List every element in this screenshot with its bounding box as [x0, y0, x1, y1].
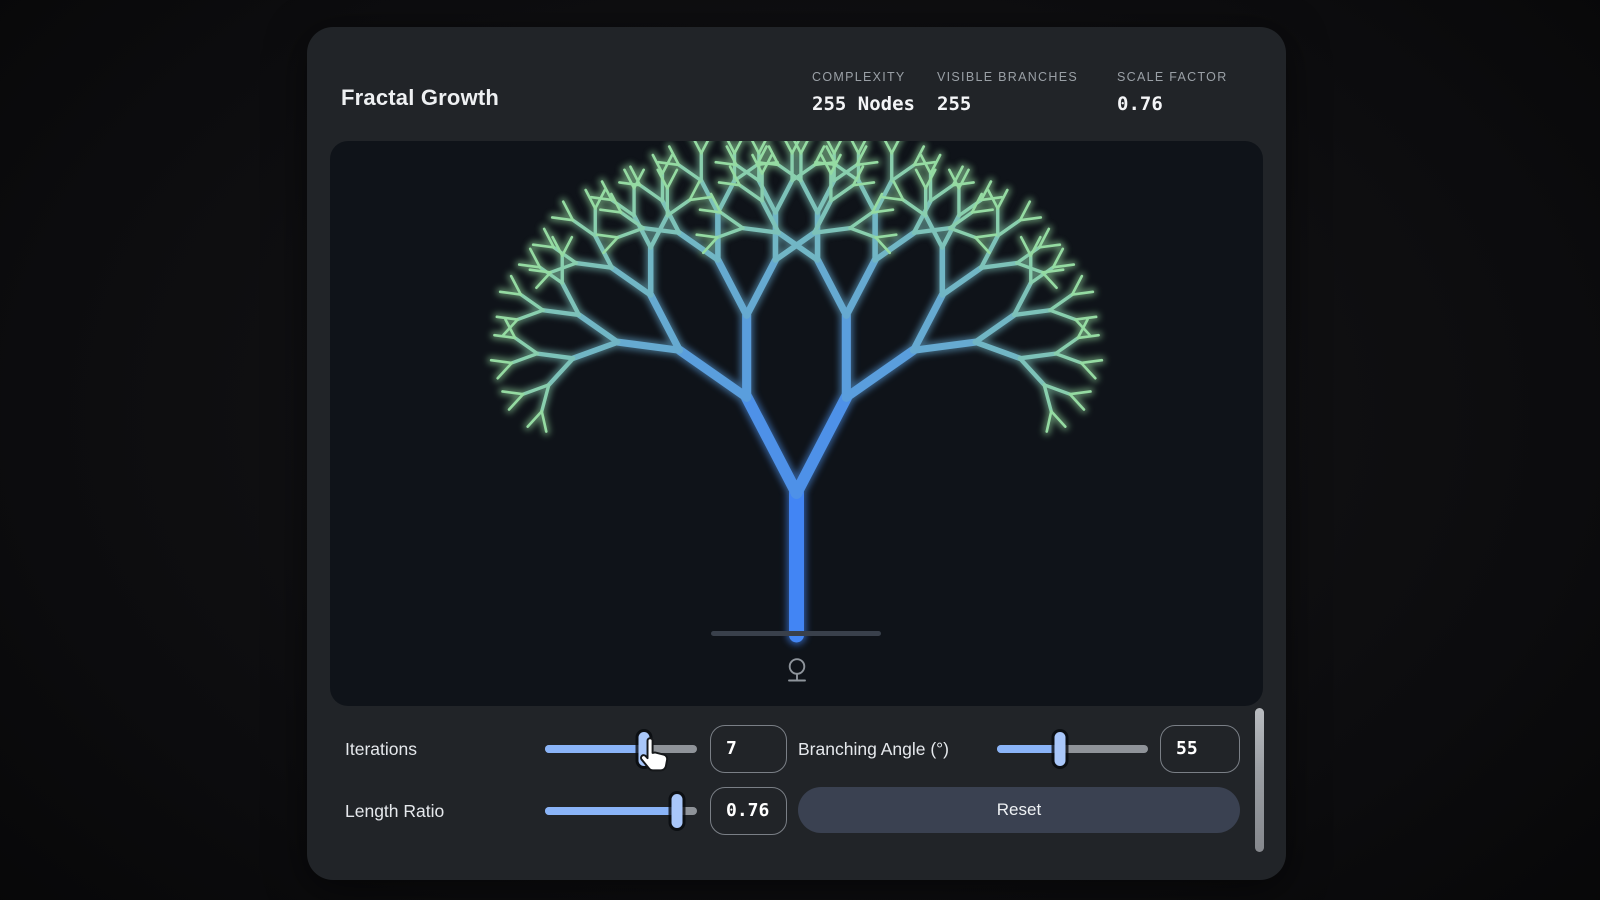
branching-angle-slider-thumb[interactable] [1054, 732, 1065, 766]
stat-visible-branches: VISIBLE BRANCHES 255 [937, 70, 1078, 115]
iterations-slider-fill [545, 745, 644, 753]
branching-angle-slider[interactable] [997, 725, 1148, 773]
iterations-slider-thumb[interactable] [638, 732, 649, 766]
stat-scale-factor-label: SCALE FACTOR [1117, 70, 1228, 84]
fractal-growth-panel: Fractal Growth COMPLEXITY 255 Nodes VISI… [307, 27, 1286, 880]
stat-visible-branches-value: 255 [937, 93, 1078, 115]
iterations-slider[interactable] [545, 725, 697, 773]
stat-scale-factor: SCALE FACTOR 0.76 [1117, 70, 1228, 115]
stat-visible-branches-label: VISIBLE BRANCHES [937, 70, 1078, 84]
stat-complexity-label: COMPLEXITY [812, 70, 915, 84]
controls-row-2: Length Ratio 0.76 Reset [307, 787, 1286, 835]
length-ratio-label: Length Ratio [345, 787, 444, 835]
reset-button[interactable]: Reset [798, 787, 1240, 833]
scrollbar-thumb[interactable] [1255, 708, 1264, 852]
fractal-canvas [330, 141, 1263, 706]
controls-row-1: Iterations 7 Branching Angle (°) 55 [307, 725, 1286, 773]
branching-angle-input[interactable]: 55 [1160, 725, 1240, 773]
fractal-tree-visualization [330, 141, 1263, 706]
branching-angle-slider-fill [997, 745, 1060, 753]
iterations-input[interactable]: 7 [710, 725, 787, 773]
branching-angle-label: Branching Angle (°) [798, 725, 949, 773]
iterations-label: Iterations [345, 725, 417, 773]
length-ratio-slider-fill [545, 807, 677, 815]
page-title: Fractal Growth [341, 85, 499, 111]
stat-complexity-value: 255 Nodes [812, 93, 915, 115]
length-ratio-input[interactable]: 0.76 [710, 787, 787, 835]
tree-icon [783, 655, 811, 683]
stat-scale-factor-value: 0.76 [1117, 93, 1228, 115]
length-ratio-slider-thumb[interactable] [671, 794, 682, 828]
ground-line [711, 631, 881, 636]
stat-complexity: COMPLEXITY 255 Nodes [812, 70, 915, 115]
length-ratio-slider[interactable] [545, 787, 697, 835]
